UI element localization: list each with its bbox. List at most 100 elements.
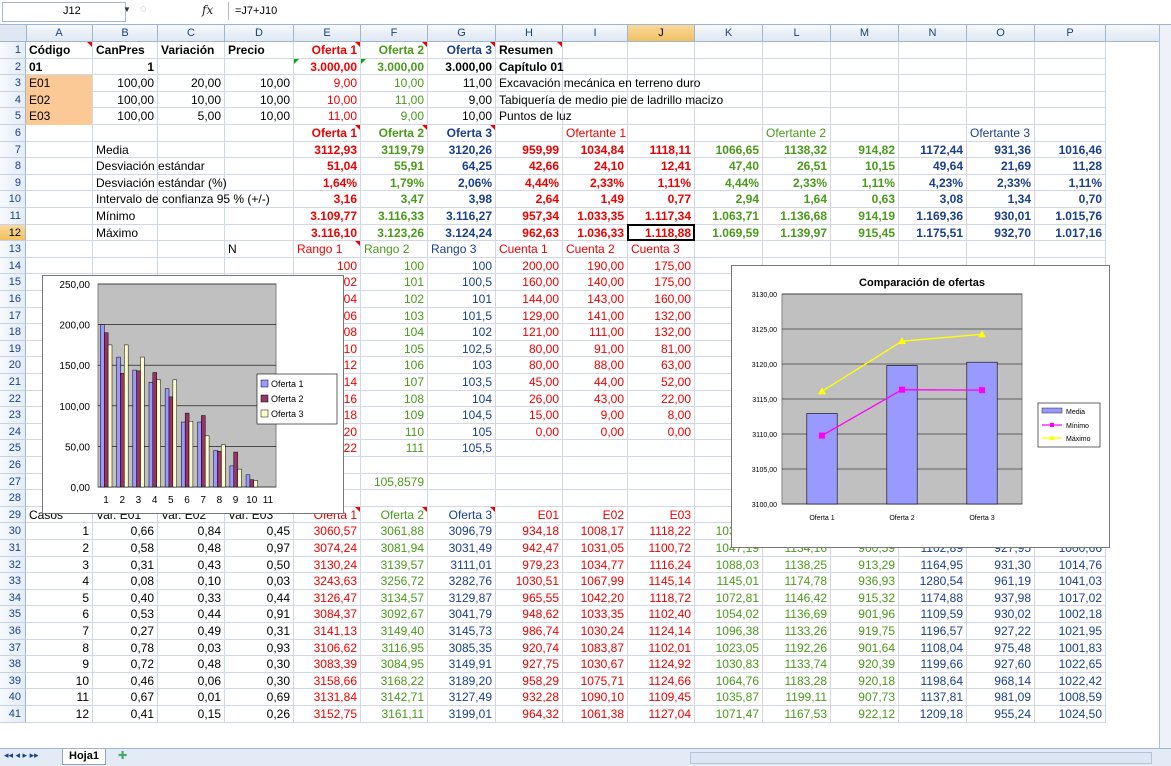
tab-hoja1[interactable]: Hoja1: [62, 749, 106, 765]
cell-e3[interactable]: 9,00: [294, 75, 357, 92]
cell-h32[interactable]: 979,23: [496, 557, 559, 574]
cell-g15[interactable]: 100,5: [428, 274, 492, 291]
cell-a40[interactable]: 11: [26, 689, 89, 706]
cell-f33[interactable]: 3256,72: [361, 573, 424, 590]
cell-j36[interactable]: 1124,14: [628, 623, 692, 640]
cell-b37[interactable]: 0,78: [93, 640, 154, 657]
cell-l6[interactable]: Ofertante 2: [766, 125, 826, 142]
row-header-36[interactable]: 36: [0, 623, 26, 640]
row-header-23[interactable]: 23: [0, 407, 26, 424]
column-header-k[interactable]: K: [695, 25, 763, 41]
cell-a4[interactable]: E02: [26, 91, 92, 109]
cell-f14[interactable]: 100: [361, 258, 424, 275]
cell-e38[interactable]: 3083,39: [294, 656, 357, 673]
cell-g16[interactable]: 101: [428, 291, 492, 308]
row-header-21[interactable]: 21: [0, 374, 26, 391]
row-header-14[interactable]: 14: [0, 257, 26, 275]
cell-n36[interactable]: 1196,57: [899, 623, 964, 640]
cell-j32[interactable]: 1116,24: [628, 557, 691, 574]
cell-d31[interactable]: 0,97: [225, 540, 290, 557]
cell-i8[interactable]: 24,10: [563, 158, 624, 175]
cell-i24[interactable]: 0,00: [563, 424, 624, 441]
column-header-n[interactable]: N: [899, 25, 967, 41]
row-header-13[interactable]: 13: [0, 241, 26, 258]
cell-h33[interactable]: 1030,51: [496, 573, 559, 590]
cell-b34[interactable]: 0,40: [93, 590, 154, 607]
cell-i39[interactable]: 1075,71: [563, 673, 624, 690]
cell-b12[interactable]: Máximo: [96, 225, 138, 242]
cell-e6[interactable]: Oferta 1: [294, 125, 357, 142]
cell-f8[interactable]: 55,91: [361, 158, 424, 175]
cell-e8[interactable]: 51,04: [294, 158, 357, 175]
cell-h23[interactable]: 15,00: [496, 407, 559, 424]
worksheet-grid[interactable]: ABCDEFGHIJKLMNOP 1 2 3 4 5 6 7 8 9 10 11 12 13 14 15 16…: [0, 25, 1159, 748]
cell-n41[interactable]: 1209,18: [899, 706, 963, 723]
cell-j31[interactable]: 1100,72: [628, 540, 692, 557]
cell-g13[interactable]: Rango 3: [431, 241, 476, 258]
row-header-25[interactable]: 25: [0, 440, 26, 457]
cell-g35[interactable]: 3041,79: [428, 606, 492, 623]
cell-g39[interactable]: 3189,20: [428, 673, 492, 690]
cell-i17[interactable]: 141,00: [563, 308, 624, 325]
cell-p35[interactable]: 1002,18: [1035, 606, 1102, 623]
cell-p34[interactable]: 1017,02: [1035, 590, 1102, 607]
cell-h9[interactable]: 4,44%: [496, 175, 559, 192]
cell-a32[interactable]: 3: [26, 557, 89, 574]
cell-n10[interactable]: 3,08: [899, 191, 963, 208]
cell-a2[interactable]: 01: [29, 59, 42, 76]
cell-h10[interactable]: 2,64: [496, 191, 559, 208]
row-header-39[interactable]: 39: [0, 672, 26, 690]
cell-j41[interactable]: 1127,04: [628, 706, 692, 723]
cell-g30[interactable]: 3096,79: [428, 523, 492, 540]
cell-j13[interactable]: Cuenta 3: [631, 241, 680, 258]
cell-m35[interactable]: 901,96: [831, 606, 895, 623]
row-header-10[interactable]: 10: [0, 191, 26, 208]
cell-f34[interactable]: 3134,57: [361, 590, 424, 607]
cell-b38[interactable]: 0,72: [93, 656, 154, 673]
cell-n11[interactable]: 1.169,36: [899, 208, 963, 225]
cell-e11[interactable]: 3.109,77: [294, 208, 357, 225]
cell-j30[interactable]: 1118,22: [628, 523, 691, 540]
cell-h11[interactable]: 957,34: [496, 208, 559, 225]
row-header-24[interactable]: 24: [0, 423, 26, 441]
row-header-41[interactable]: 41: [0, 706, 26, 723]
cell-h39[interactable]: 958,29: [496, 673, 559, 690]
cell-f40[interactable]: 3142,71: [361, 689, 424, 706]
cell-f36[interactable]: 3149,40: [361, 623, 424, 640]
cell-n38[interactable]: 1199,66: [899, 656, 964, 673]
row-header-27[interactable]: 27: [0, 473, 26, 491]
cell-h1[interactable]: Resumen: [499, 42, 553, 59]
cell-g8[interactable]: 64,25: [428, 158, 492, 175]
cell-i10[interactable]: 1,49: [563, 191, 624, 208]
cell-m8[interactable]: 10,15: [831, 158, 895, 175]
cell-f4[interactable]: 11,00: [361, 92, 424, 109]
cell-j7[interactable]: 1118,11: [628, 142, 691, 159]
cell-g32[interactable]: 3111,01: [428, 557, 492, 574]
cell-j35[interactable]: 1102,40: [628, 606, 692, 623]
cell-d33[interactable]: 0,03: [225, 573, 290, 590]
cell-l41[interactable]: 1167,53: [763, 706, 828, 723]
cell-b10[interactable]: Intervalo de confianza 95 % (+/-): [96, 191, 270, 208]
cell-o37[interactable]: 975,48: [967, 640, 1031, 657]
cell-f32[interactable]: 3139,57: [361, 557, 424, 574]
row-header-31[interactable]: 31: [0, 540, 26, 557]
cell-c38[interactable]: 0,48: [158, 656, 221, 673]
cell-j23[interactable]: 8,00: [628, 407, 691, 424]
cell-m39[interactable]: 920,18: [831, 673, 895, 690]
cell-i20[interactable]: 88,00: [563, 357, 624, 374]
cell-o35[interactable]: 930,02: [967, 606, 1031, 623]
row-header-8[interactable]: 8: [0, 158, 26, 175]
cell-h17[interactable]: 129,00: [496, 308, 559, 325]
cell-b11[interactable]: Mínimo: [96, 208, 135, 225]
cell-f10[interactable]: 3,47: [361, 191, 424, 208]
row-header-38[interactable]: 38: [0, 656, 26, 673]
cell-f7[interactable]: 3119,79: [361, 142, 424, 159]
cell-g37[interactable]: 3085,35: [428, 640, 492, 657]
cell-e9[interactable]: 1,64%: [294, 175, 357, 192]
cell-a3[interactable]: E01: [26, 75, 92, 92]
row-header-9[interactable]: 9: [0, 174, 26, 192]
cell-i34[interactable]: 1042,20: [563, 590, 624, 607]
cell-i30[interactable]: 1008,17: [563, 523, 624, 540]
row-header-18[interactable]: 18: [0, 324, 26, 341]
cell-b4[interactable]: 100,00: [93, 92, 154, 109]
